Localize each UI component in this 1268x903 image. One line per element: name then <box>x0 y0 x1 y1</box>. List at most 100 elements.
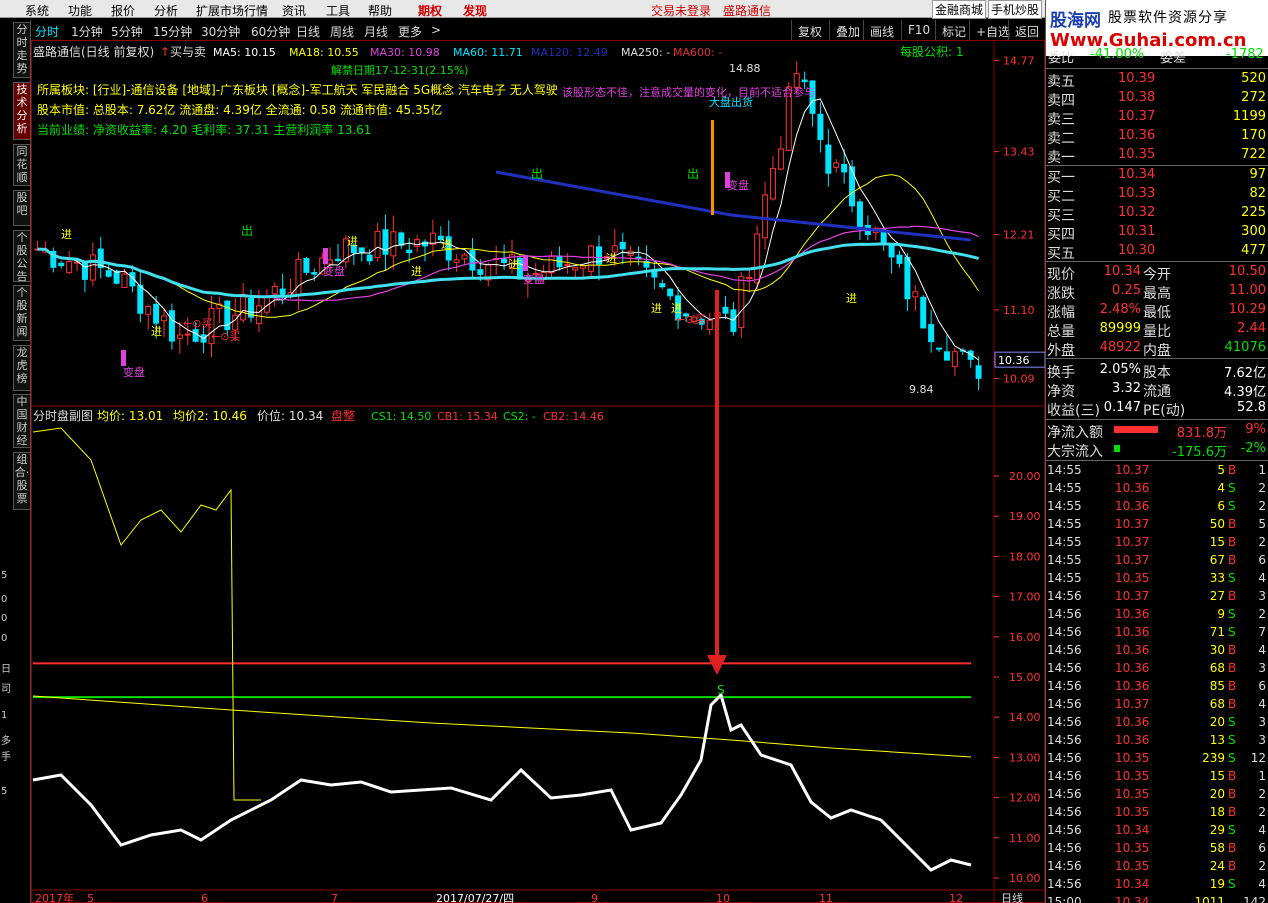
order-book-row[interactable]: 卖五 10.39 520 <box>1046 70 1268 90</box>
left-tab-2[interactable]: 同花顺 <box>13 144 31 186</box>
tick-time: 14:56 <box>1047 679 1082 693</box>
order-book-row[interactable]: 卖一 10.35 722 <box>1046 146 1268 166</box>
login-status[interactable]: 交易未登录 <box>651 2 711 19</box>
tick-time: 14:55 <box>1047 535 1082 549</box>
tick-price: 10.36 <box>1115 715 1150 729</box>
quote-label: 净资 <box>1047 384 1075 400</box>
date-axis-label: 2017/07/27/四 <box>436 892 514 903</box>
tick-count: 2 <box>1258 859 1266 873</box>
quote-value: 3.32 <box>1112 381 1141 396</box>
timeframe-3[interactable]: 15分钟 <box>153 23 192 40</box>
signal-label: 进 <box>509 258 520 271</box>
menu-item-3[interactable]: 分析 <box>154 2 178 19</box>
left-tab-3[interactable]: 股吧 <box>13 190 31 226</box>
period-label[interactable]: 日线 <box>1001 891 1023 903</box>
chart-area[interactable]: 14.77 13.43 12.21 11.10 10.09 10.36 盛路通信(日线 前复… <box>31 40 1046 903</box>
tick-direction: B <box>1228 517 1237 531</box>
candle <box>738 276 745 329</box>
left-tab-8[interactable]: 组合·股票 <box>13 452 31 510</box>
toolbar-button-3[interactable]: F10 <box>901 20 936 40</box>
toolbar-button-0[interactable]: 复权 <box>791 20 828 40</box>
order-price: 10.36 <box>1118 128 1156 143</box>
tick-direction: B <box>1228 535 1237 549</box>
menu-item-1[interactable]: 功能 <box>68 2 92 19</box>
tick-volume: 20 <box>1209 715 1225 729</box>
menu-tab-option[interactable]: 期权 <box>418 2 442 19</box>
timeframe-9[interactable]: 更多 <box>398 23 422 40</box>
tick-row: 14:56 10.35 58 B 6 <box>1046 840 1268 858</box>
quote-row: 换手 2.05% 股本 7.62亿 <box>1046 361 1268 381</box>
timeframe-7[interactable]: 周线 <box>330 23 354 40</box>
left-tab-7[interactable]: 中国财经 <box>13 394 31 448</box>
candle <box>406 249 413 254</box>
timeframe-4[interactable]: 30分钟 <box>201 23 240 40</box>
order-book-row[interactable]: 买二 10.33 82 <box>1046 185 1268 205</box>
order-level-label: 卖三 <box>1047 112 1075 128</box>
left-tab-4[interactable]: 个股公告 <box>13 230 31 283</box>
stock-name-link[interactable]: 盛路通信 <box>723 2 771 19</box>
left-digit: 1 <box>1 710 8 721</box>
quote-row: 涨跌 0.25 最高 11.00 <box>1046 282 1268 302</box>
candle <box>706 319 713 331</box>
candle <box>762 194 769 239</box>
logo-url: Www.Guhai.com.cn <box>1050 30 1247 51</box>
flow-label: 大宗流入 <box>1047 444 1103 460</box>
timeframe-6[interactable]: 日线 <box>296 23 320 40</box>
timeframe-1[interactable]: 1分钟 <box>71 23 103 40</box>
tick-time: 14:56 <box>1047 607 1082 621</box>
left-tab-5[interactable]: 个股新闻 <box>13 285 31 341</box>
timeframe-2[interactable]: 5分钟 <box>111 23 143 40</box>
toolbar-button-6[interactable]: 返回 <box>1008 20 1045 40</box>
tick-count: 12 <box>1250 751 1266 765</box>
sub-axis-label: 20.00 <box>1009 470 1041 483</box>
quote-value: 52.8 <box>1237 400 1266 415</box>
toolbar-button-1[interactable]: 叠加 <box>829 20 866 40</box>
order-book-row[interactable]: 买三 10.32 225 <box>1046 204 1268 224</box>
indicator-name[interactable]: 买与卖 <box>170 45 206 59</box>
menu-item-4[interactable]: 扩展市场行情 <box>196 2 268 19</box>
order-book-row[interactable]: 卖三 10.37 1199 <box>1046 108 1268 128</box>
menu-item-6[interactable]: 工具 <box>326 2 350 19</box>
order-book-row[interactable]: 买四 10.31 300 <box>1046 223 1268 243</box>
tick-count: 1 <box>1258 463 1266 477</box>
flow-row: 大宗流入 -175.6万 -2% <box>1046 440 1268 460</box>
order-book-row[interactable]: 卖二 10.36 170 <box>1046 127 1268 147</box>
timeframe-5[interactable]: 60分钟 <box>251 23 290 40</box>
finance-mall-button[interactable]: 金融商城 <box>932 0 987 19</box>
mobile-trade-button[interactable]: 手机炒股 <box>988 0 1043 19</box>
left-tab-0[interactable]: 分时走势 <box>13 22 31 78</box>
menu-tab-discover[interactable]: 发现 <box>463 2 487 19</box>
order-book-row[interactable]: 买一 10.34 97 <box>1046 166 1268 186</box>
price-axis-label: 11.10 <box>1003 304 1035 317</box>
left-tab-6[interactable]: 龙虎榜 <box>13 345 31 391</box>
left-tab-1[interactable]: 技术分析 <box>13 82 31 140</box>
menu-item-2[interactable]: 报价 <box>111 2 135 19</box>
toolbar-button-2[interactable]: 画线 <box>863 20 900 40</box>
menu-item-7[interactable]: 帮助 <box>368 2 392 19</box>
tick-row: 14:56 10.37 27 B 3 <box>1046 588 1268 606</box>
tick-row: 14:55 10.36 4 S 2 <box>1046 480 1268 498</box>
timeframe-8[interactable]: 月线 <box>364 23 388 40</box>
tick-price: 10.34 <box>1115 877 1150 891</box>
price-axis-label: 14.77 <box>1003 55 1035 68</box>
quote-label: PE(动) <box>1143 403 1186 419</box>
order-book-row[interactable]: 卖四 10.38 272 <box>1046 89 1268 109</box>
order-price: 10.39 <box>1118 71 1156 86</box>
tick-count: 5 <box>1258 517 1266 531</box>
tick-volume: 5 <box>1217 463 1225 477</box>
tick-direction: B <box>1228 859 1237 873</box>
menu-item-5[interactable]: 资讯 <box>282 2 306 19</box>
candle <box>651 271 658 278</box>
order-book-row[interactable]: 买五 10.30 477 <box>1046 242 1268 262</box>
toolbar-button-4[interactable]: 标记 <box>935 20 972 40</box>
menu-item-0[interactable]: 系统 <box>25 2 49 19</box>
tick-price: 10.35 <box>1115 859 1150 873</box>
more-arrow-icon[interactable]: > <box>431 23 441 37</box>
signal-label: 进 <box>441 238 452 251</box>
quote-label: 收益(三) <box>1047 403 1100 419</box>
candle <box>659 283 666 288</box>
tick-time: 14:56 <box>1047 589 1082 603</box>
tick-row: 14:56 10.36 13 S 3 <box>1046 732 1268 750</box>
candle <box>888 245 895 258</box>
timeframe-0[interactable]: 分时 <box>35 23 59 40</box>
